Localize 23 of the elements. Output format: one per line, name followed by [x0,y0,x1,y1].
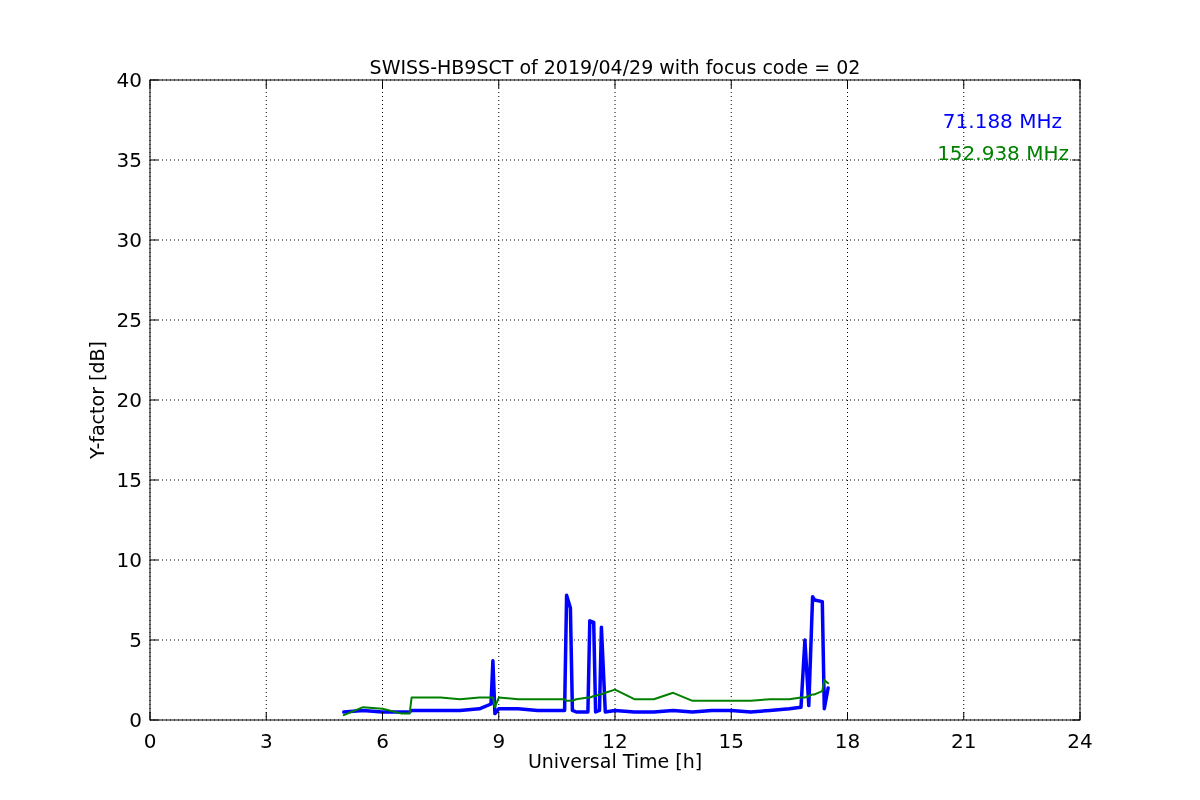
tick-label: 35 [116,148,142,172]
tick-label: 9 [492,729,506,753]
tick-label: 6 [376,729,389,753]
tick-label: 25 [116,308,142,332]
tick-label: 12 [602,729,628,753]
tick-label: 15 [718,729,744,753]
tick-label: 3 [259,729,273,753]
legend-label: 152.938 MHz [937,141,1069,165]
axis-label: Universal Time [h] [527,750,703,772]
tick-label: 18 [834,729,861,753]
axis-label: Y-factor [dB] [86,341,108,459]
tick-label: 24 [1067,729,1093,753]
tick-label: 10 [116,548,142,572]
chart-title: SWISS-HB9SCT of 2019/04/29 with focus code = 02 [369,56,861,78]
tick-label: 0 [129,708,142,732]
legend-label: 71.188 MHz [942,109,1062,133]
tick-label: 20 [116,388,142,412]
tick-label: 15 [116,468,142,492]
tick-label: 0 [143,729,157,753]
tick-label: 40 [116,68,142,92]
tick-label: 21 [951,729,977,753]
tick-label: 30 [116,228,142,252]
tick-label: 5 [129,628,142,652]
